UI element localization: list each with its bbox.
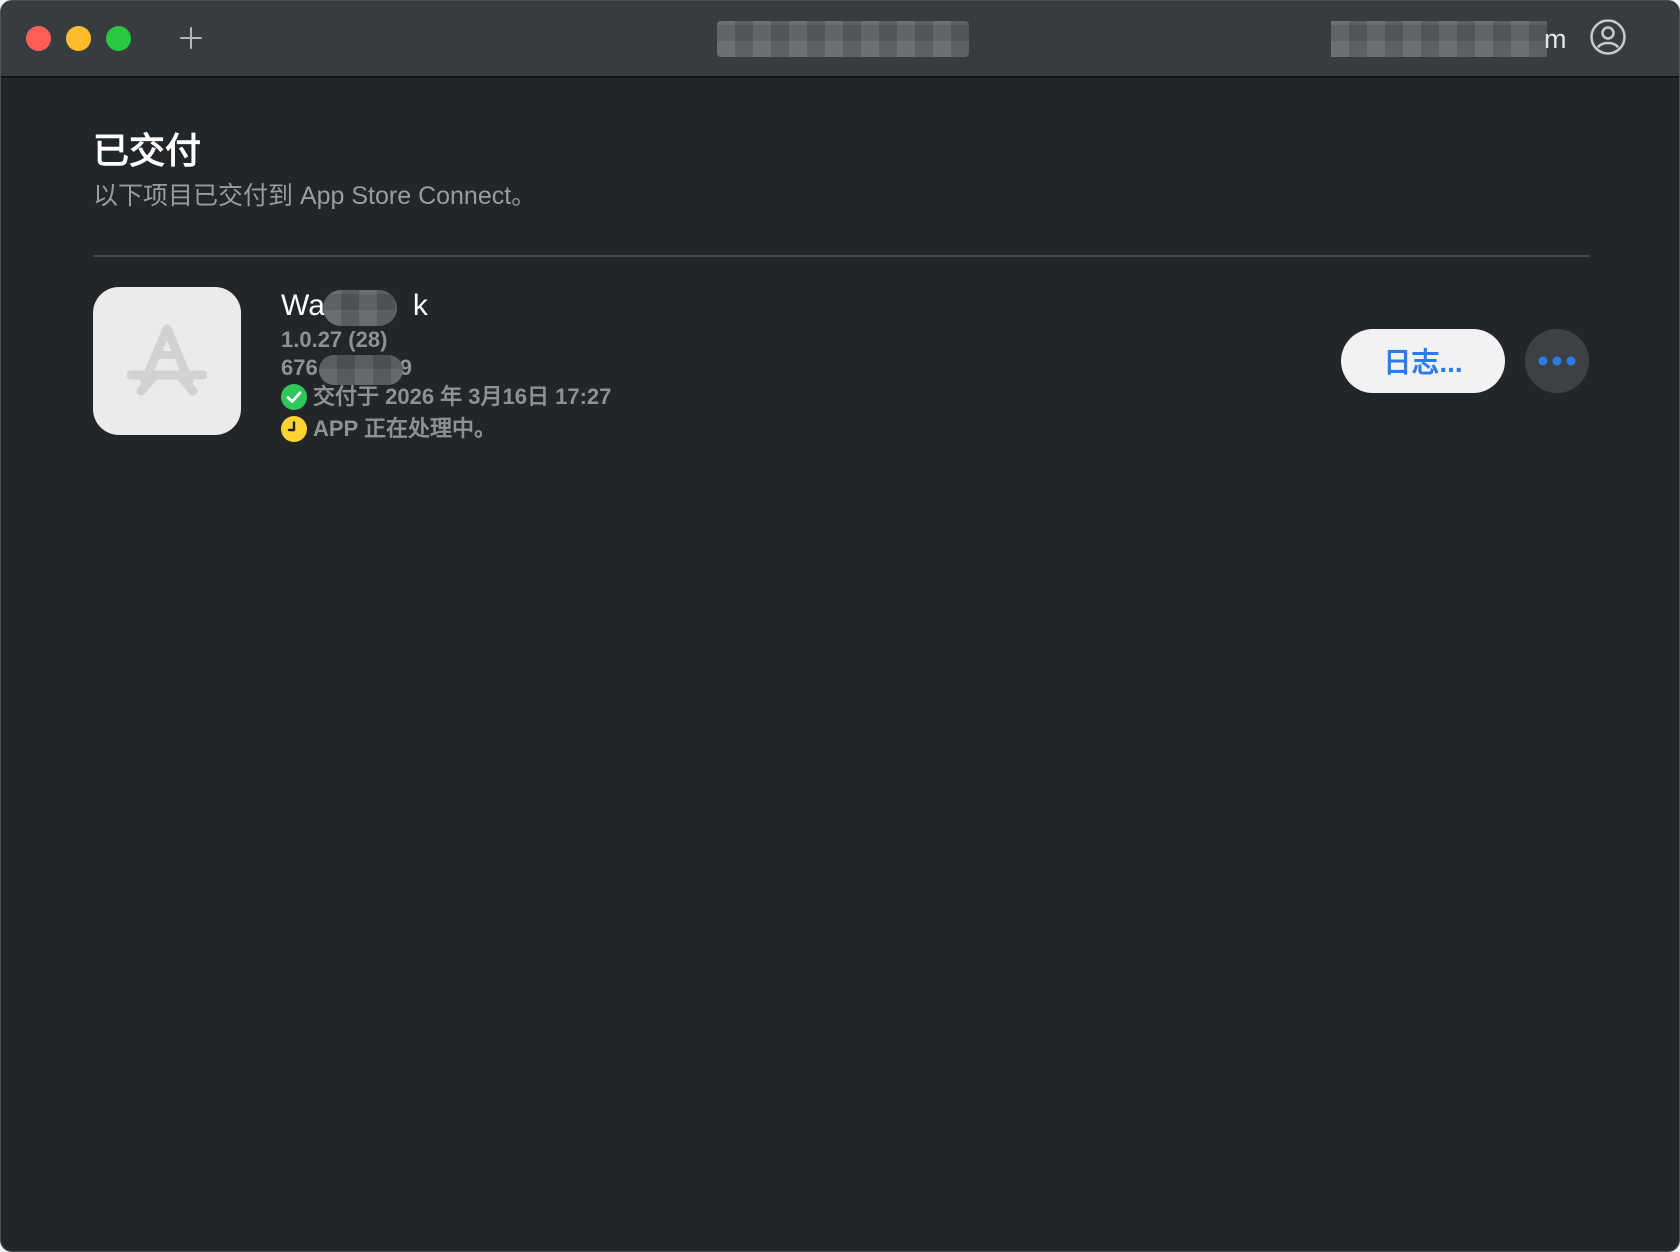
processing-status: APP 正在处理中。 xyxy=(281,414,496,444)
delivery-id-visible-start: 676 xyxy=(281,355,318,380)
ellipsis-icon[interactable] xyxy=(1525,329,1589,393)
redacted-account-name xyxy=(1331,21,1547,57)
app-placeholder-icon xyxy=(93,287,241,435)
plus-icon[interactable] xyxy=(173,19,209,55)
app-window: m 已交付 以下项目已交付到 App Store Connect。 Wa k 1.… xyxy=(0,0,1680,1252)
title-bar: m xyxy=(1,1,1679,78)
clock-icon xyxy=(281,416,307,442)
page-subtitle: 以下项目已交付到 App Store Connect。 xyxy=(93,182,537,210)
redacted-delivery-id xyxy=(319,355,403,385)
redacted-window-title xyxy=(717,21,969,57)
delivered-status: 交付于 2026 年 3月16日 17:27 xyxy=(281,382,611,412)
person-circle-icon[interactable] xyxy=(1589,18,1627,56)
delivered-status-text: 交付于 2026 年 3月16日 17:27 xyxy=(313,384,612,409)
account-name-visible-part: m xyxy=(1544,24,1567,54)
page-title: 已交付 xyxy=(93,130,202,171)
app-version: 1.0.27 (28) xyxy=(281,327,388,352)
log-button[interactable]: 日志... xyxy=(1341,329,1505,393)
app-name-visible-end: k xyxy=(412,289,428,322)
divider xyxy=(93,255,1589,257)
app-name-visible-start: Wa xyxy=(281,289,325,322)
redacted-app-name xyxy=(323,290,397,326)
zoom-window-button[interactable] xyxy=(106,26,131,51)
processing-status-text: APP 正在处理中。 xyxy=(313,416,496,441)
checkmark-circle-icon xyxy=(281,384,307,410)
close-window-button[interactable] xyxy=(26,26,51,51)
minimize-window-button[interactable] xyxy=(66,26,91,51)
